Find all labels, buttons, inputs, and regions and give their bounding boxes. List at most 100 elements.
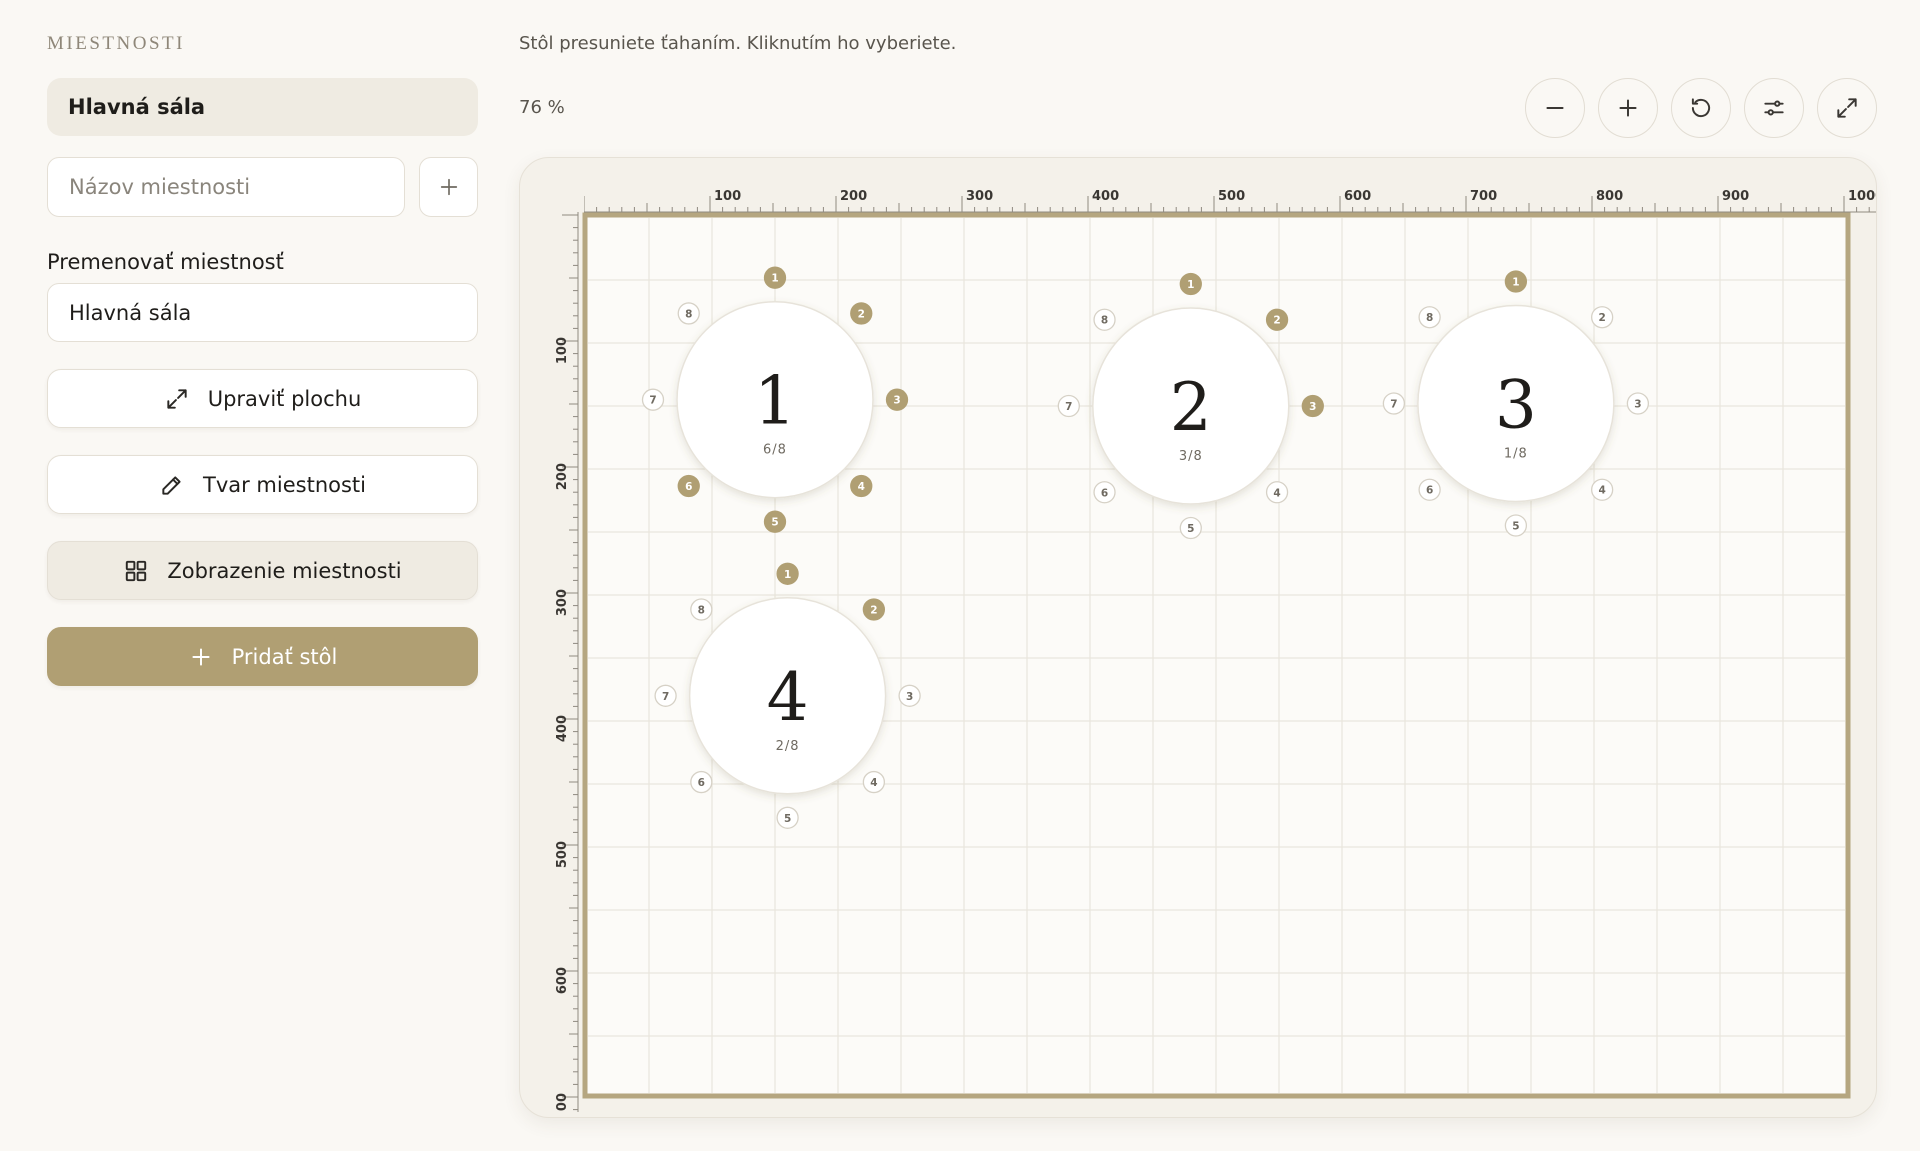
canvas-hint: Stôl presuniete ťahaním. Kliknutím ho vy… bbox=[519, 33, 957, 54]
ruler-y-label: 700 bbox=[555, 1093, 570, 1119]
expand-arrows-icon bbox=[167, 388, 187, 409]
seat[interactable]: 2 bbox=[1590, 306, 1614, 329]
seat-number: 3 bbox=[893, 395, 900, 407]
seat-number: 1 bbox=[771, 273, 778, 285]
table-3[interactable]: 3 1/8 1 2 3 4 5 6 7 8 bbox=[1382, 270, 1650, 537]
floor-plan-panel[interactable]: 100 200 300 400 500 600 700 800 900 1000 100 200 30… bbox=[519, 157, 1877, 1118]
table-occupancy: 1/8 bbox=[1504, 446, 1528, 461]
seat-number: 8 bbox=[685, 308, 692, 320]
seat[interactable]: 5 bbox=[1179, 516, 1202, 540]
seat[interactable]: 1 bbox=[776, 562, 799, 585]
room-shape-label: Tvar miestnosti bbox=[203, 472, 366, 497]
seat[interactable]: 7 bbox=[641, 388, 665, 411]
ruler-x-label: 100 bbox=[714, 189, 741, 204]
ruler-x-label: 1000 bbox=[1848, 189, 1878, 204]
room-view-label: Zobrazenie miestnosti bbox=[167, 558, 402, 583]
seat[interactable]: 1 bbox=[1504, 270, 1528, 293]
edit-area-label: Upraviť plochu bbox=[207, 386, 362, 411]
add-room-button[interactable] bbox=[419, 157, 478, 217]
seat[interactable]: 6 bbox=[677, 474, 700, 498]
ruler-x-label: 400 bbox=[1092, 189, 1119, 204]
seat[interactable]: 2 bbox=[850, 302, 873, 325]
seat[interactable]: 5 bbox=[763, 510, 787, 533]
table-4[interactable]: 4 2/8 1 2 3 4 5 6 7 8 bbox=[654, 562, 921, 829]
seat-number: 7 bbox=[662, 691, 669, 703]
room-view-button[interactable]: Zobrazenie miestnosti bbox=[47, 541, 478, 600]
seat[interactable]: 6 bbox=[1418, 478, 1441, 501]
vertical-ruler: 100 200 300 400 500 600 700 bbox=[555, 212, 579, 1119]
seat-number: 6 bbox=[685, 481, 692, 493]
table-number: 4 bbox=[767, 659, 809, 736]
view-settings-button[interactable] bbox=[1744, 78, 1804, 138]
ruler-y-label: 100 bbox=[555, 337, 570, 364]
ruler-x-label: 200 bbox=[840, 189, 867, 204]
seat[interactable]: 5 bbox=[1504, 514, 1528, 537]
grid-icon bbox=[126, 560, 147, 581]
edit-area-button[interactable]: Upraviť plochu bbox=[47, 369, 478, 428]
fullscreen-button[interactable] bbox=[1817, 78, 1877, 138]
seat[interactable]: 6 bbox=[690, 770, 713, 794]
reset-view-button[interactable] bbox=[1671, 78, 1731, 138]
seat-number: 7 bbox=[1390, 398, 1397, 410]
seat[interactable]: 8 bbox=[677, 302, 700, 325]
room-shape-button[interactable]: Tvar miestnosti bbox=[47, 455, 478, 514]
seat-number: 1 bbox=[784, 569, 791, 581]
seat-number: 3 bbox=[1309, 401, 1316, 413]
seat[interactable]: 7 bbox=[654, 684, 677, 707]
seat[interactable]: 3 bbox=[898, 684, 921, 707]
room-item-main-hall[interactable]: Hlavná sála bbox=[47, 78, 478, 136]
seat[interactable]: 1 bbox=[1179, 272, 1202, 296]
seat[interactable]: 5 bbox=[776, 806, 799, 829]
seat[interactable]: 8 bbox=[690, 598, 713, 621]
seat[interactable]: 8 bbox=[1093, 308, 1116, 331]
seat-number: 2 bbox=[1598, 312, 1605, 324]
seat[interactable]: 2 bbox=[1265, 308, 1289, 331]
ruler-y-label: 600 bbox=[555, 967, 570, 994]
seat-number: 2 bbox=[870, 605, 877, 617]
seat[interactable]: 4 bbox=[862, 770, 886, 794]
rename-room-input[interactable] bbox=[47, 283, 478, 342]
seat-number: 4 bbox=[1273, 487, 1280, 499]
add-table-label: Pridať stôl bbox=[231, 644, 338, 669]
table-occupancy: 6/8 bbox=[763, 443, 787, 458]
ruler-x-label: 500 bbox=[1218, 189, 1245, 204]
seat[interactable]: 3 bbox=[1301, 394, 1324, 418]
pencil-icon bbox=[162, 475, 181, 495]
seat[interactable]: 4 bbox=[850, 474, 873, 498]
plus-icon bbox=[192, 647, 210, 666]
zoom-out-button[interactable] bbox=[1525, 78, 1585, 138]
table-2[interactable]: 2 3/8 1 2 3 4 5 6 7 8 bbox=[1057, 272, 1324, 540]
seat[interactable]: 3 bbox=[1626, 392, 1650, 415]
floor-plan[interactable]: 100 200 300 400 500 600 700 800 900 1000 100 200 30… bbox=[520, 158, 1878, 1119]
horizontal-ruler: 100 200 300 400 500 600 700 800 900 1000 bbox=[584, 189, 1878, 213]
ruler-y-label: 400 bbox=[555, 715, 570, 742]
ruler-y-label: 200 bbox=[555, 463, 570, 490]
seat-number: 4 bbox=[858, 481, 865, 493]
seat[interactable]: 2 bbox=[862, 598, 886, 621]
seat[interactable]: 1 bbox=[763, 266, 787, 289]
table-number: 2 bbox=[1170, 369, 1212, 446]
add-table-button[interactable]: Pridať stôl bbox=[47, 627, 478, 686]
fullscreen-icon bbox=[1837, 98, 1857, 118]
rename-room-label: Premenovať miestnosť bbox=[47, 250, 284, 274]
seat[interactable]: 4 bbox=[1265, 481, 1289, 504]
seat-number: 5 bbox=[1187, 523, 1194, 535]
reset-icon bbox=[1691, 98, 1711, 118]
seat[interactable]: 6 bbox=[1093, 481, 1116, 504]
room-name-input[interactable] bbox=[47, 157, 405, 217]
seat-number: 3 bbox=[906, 691, 913, 703]
zoom-in-button[interactable] bbox=[1598, 78, 1658, 138]
table-1[interactable]: 1 6/8 1 2 3 4 5 6 7 8 bbox=[641, 266, 909, 533]
seat-number: 8 bbox=[1101, 315, 1108, 327]
seat[interactable]: 7 bbox=[1382, 392, 1406, 415]
seat-number: 7 bbox=[649, 395, 656, 407]
seat[interactable]: 4 bbox=[1590, 478, 1614, 501]
seat[interactable]: 7 bbox=[1057, 394, 1080, 418]
seat[interactable]: 3 bbox=[885, 388, 909, 411]
seat-number: 5 bbox=[1512, 520, 1519, 532]
ruler-y-label: 500 bbox=[555, 841, 570, 868]
seat[interactable]: 8 bbox=[1418, 306, 1441, 329]
plus-icon bbox=[440, 178, 457, 196]
seat-number: 6 bbox=[1426, 485, 1433, 497]
seat-number: 2 bbox=[858, 308, 865, 320]
